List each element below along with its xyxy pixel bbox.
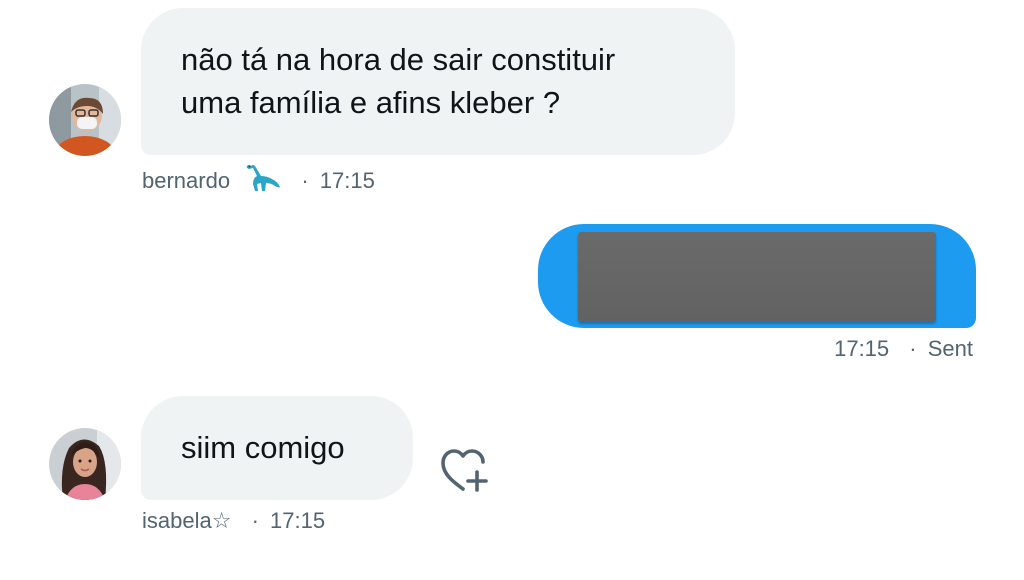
message-meta-isabela: isabela☆ · 17:15 [142,506,325,535]
message-bubble-isabela[interactable]: siim comigo [141,396,413,500]
separator-dot: · [251,508,259,534]
message-bubble-bernardo[interactable]: não tá na hora de sair constituir uma fa… [141,8,735,155]
message-meta-sent: 17:15 · Sent [834,334,973,363]
redacted-content [578,232,936,322]
message-text: siim comigo [181,430,345,465]
avatar-bernardo[interactable] [49,84,121,156]
message-meta-bernardo: bernardo · 17:15 [142,162,375,199]
message-time: 17:15 [319,167,375,193]
avatar-isabela-image [49,428,121,500]
separator-dot: · [909,336,917,362]
message-status: Sent [927,336,973,362]
sender-name: bernardo [142,167,231,193]
message-text-line-2: uma família e afins kleber ? [181,85,561,120]
separator-dot: · [301,167,309,193]
add-reaction-button[interactable] [437,446,491,496]
heart-plus-icon [441,449,488,492]
sauropod-icon [245,162,281,199]
message-time: 17:15 [834,336,890,362]
message-time: 17:15 [270,508,326,534]
sender-name: isabela☆ [142,508,232,534]
avatar-bernardo-image [49,84,121,156]
message-text-line-1: não tá na hora de sair constituir [181,42,616,77]
message-bubble-sent[interactable] [538,224,976,328]
avatar-isabela[interactable] [49,428,121,500]
